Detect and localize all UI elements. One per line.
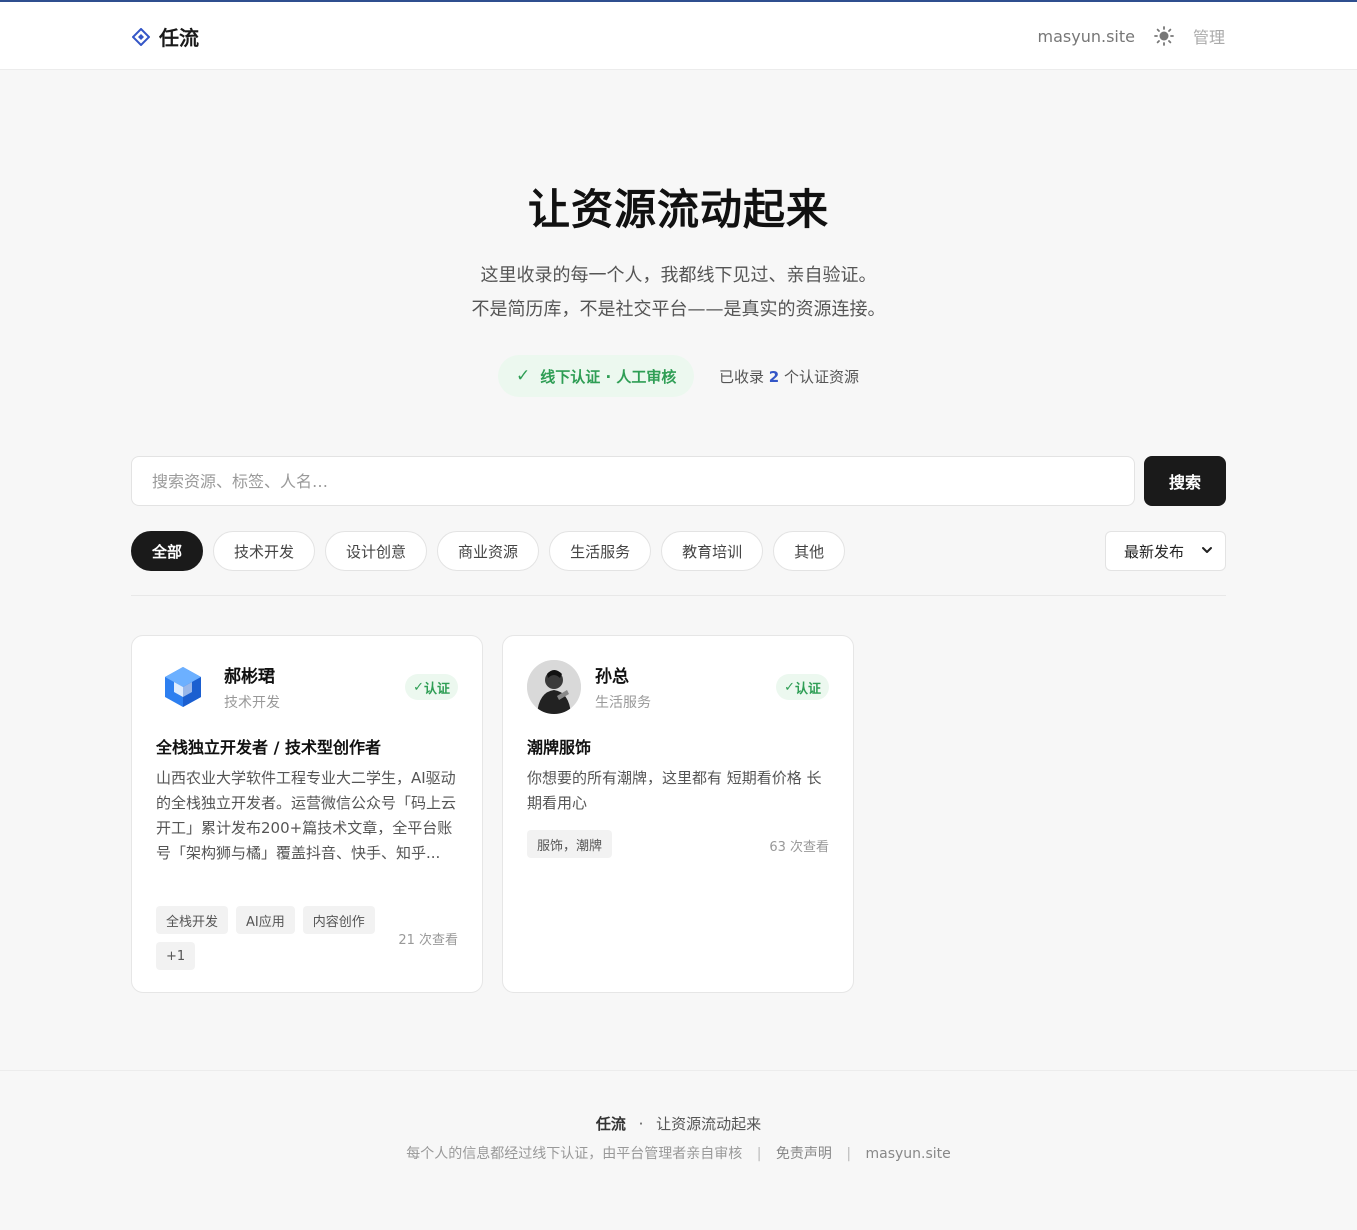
site-header: 任流 masyun.site 管理 bbox=[0, 2, 1357, 70]
disclaimer-link[interactable]: 免责声明 bbox=[776, 1146, 832, 1162]
verified-badge: ✓ 认证 bbox=[776, 674, 829, 700]
site-footer: 任流 · 让资源流动起来 每个人的信息都经过线下认证，由平台管理者亲自审核 | … bbox=[0, 1070, 1357, 1230]
card-title: 全栈独立开发者 / 技术型创作者 bbox=[156, 738, 381, 757]
filter-chip-business[interactable]: 商业资源 bbox=[437, 531, 540, 571]
stat-count: 2 bbox=[768, 368, 780, 386]
card-tags: 全栈开发 AI应用 内容创作 +1 bbox=[156, 906, 386, 970]
verified-badge-text: 认证 bbox=[423, 681, 450, 697]
sun-icon[interactable] bbox=[1153, 25, 1175, 47]
separator: | bbox=[756, 1146, 762, 1162]
card-title: 潮牌服饰 bbox=[527, 738, 592, 757]
hero-subtitle-line2: 不是简历库，不是社交平台——是真实的资源连接。 bbox=[471, 299, 886, 320]
avatar bbox=[156, 660, 210, 714]
card-description: 你想要的所有潮牌，这里都有 短期看价格 长期看用心 bbox=[527, 769, 822, 812]
footer-slogan: 让资源流动起来 bbox=[656, 1115, 762, 1133]
separator: | bbox=[846, 1146, 852, 1162]
view-count: 21 次查看 bbox=[398, 933, 458, 948]
sort-select[interactable]: 最新发布 bbox=[1105, 531, 1226, 571]
card-category: 技术开发 bbox=[224, 695, 280, 711]
search-button[interactable]: 搜索 bbox=[1144, 456, 1226, 506]
tag[interactable]: 内容创作 bbox=[302, 906, 375, 934]
footer-site-link[interactable]: masyun.site bbox=[865, 1146, 950, 1162]
brand-name: 任流 bbox=[159, 26, 199, 50]
verify-badge-text: 线下认证 · 人工审核 bbox=[540, 367, 677, 386]
verified-badge-text: 认证 bbox=[794, 681, 821, 697]
brand-logo[interactable]: 任流 bbox=[131, 22, 199, 51]
view-count: 63 次查看 bbox=[769, 840, 829, 855]
resource-card[interactable]: 郝彬珺 技术开发 ✓ 认证 全栈独立开发者 / 技术型创作者 山西农业大学软件工程… bbox=[131, 635, 483, 993]
tag[interactable]: AI应用 bbox=[236, 906, 295, 934]
checkmark-icon: ✓ bbox=[413, 679, 424, 695]
admin-link[interactable]: 管理 bbox=[1193, 24, 1225, 48]
card-tags: 服饰，潮牌 bbox=[527, 830, 757, 858]
verify-badge: ✓ 线下认证 · 人工审核 bbox=[498, 355, 695, 397]
checkmark-icon: ✓ bbox=[784, 679, 795, 695]
sort-label: 最新发布 bbox=[1124, 542, 1185, 561]
stat-prefix: 已收录 bbox=[719, 368, 765, 386]
footer-brand: 任流 bbox=[595, 1115, 626, 1133]
resource-card[interactable]: 孙总 生活服务 ✓ 认证 潮牌服饰 你想要的所有潮牌，这里都有 短期看价格 长期看… bbox=[502, 635, 854, 993]
footer-links: 每个人的信息都经过线下认证，由平台管理者亲自审核 | 免责声明 | masyun… bbox=[0, 1143, 1357, 1163]
site-link[interactable]: masyun.site bbox=[1038, 27, 1135, 46]
divider bbox=[131, 595, 1226, 596]
filter-chip-education[interactable]: 教育培训 bbox=[661, 531, 764, 571]
filter-chip-other[interactable]: 其他 bbox=[773, 531, 846, 571]
footer-note: 每个人的信息都经过线下认证，由平台管理者亲自审核 bbox=[406, 1146, 743, 1162]
diamond-logo-icon bbox=[131, 27, 151, 47]
footer-tagline: 任流 · 让资源流动起来 bbox=[0, 1113, 1357, 1134]
tag[interactable]: 服饰，潮牌 bbox=[527, 830, 613, 858]
card-description: 山西农业大学软件工程专业大二学生，AI驱动的全栈独立开发者。运营微信公众号「码上… bbox=[156, 769, 457, 862]
chevron-down-icon bbox=[1201, 542, 1213, 560]
card-name: 孙总 bbox=[595, 667, 629, 687]
category-filters: 全部 技术开发 设计创意 商业资源 生活服务 教育培训 其他 bbox=[131, 531, 846, 571]
tag[interactable]: 全栈开发 bbox=[156, 906, 229, 934]
filter-chip-life[interactable]: 生活服务 bbox=[549, 531, 652, 571]
stat-suffix: 个认证资源 bbox=[784, 368, 860, 386]
verified-badge: ✓ 认证 bbox=[405, 674, 458, 700]
hero-subtitle-line1: 这里收录的每一个人，我都线下见过、亲自验证。 bbox=[480, 265, 877, 286]
filter-chip-all[interactable]: 全部 bbox=[131, 531, 204, 571]
hero-title: 让资源流动起来 bbox=[527, 185, 829, 234]
card-name: 郝彬珺 bbox=[224, 667, 275, 687]
filter-chip-design[interactable]: 设计创意 bbox=[325, 531, 428, 571]
checkmark-icon: ✓ bbox=[516, 366, 531, 386]
search-input[interactable] bbox=[131, 456, 1135, 506]
more-tags[interactable]: +1 bbox=[156, 942, 196, 970]
avatar bbox=[527, 660, 581, 714]
filter-chip-tech[interactable]: 技术开发 bbox=[213, 531, 316, 571]
card-category: 生活服务 bbox=[595, 695, 651, 711]
header-nav: masyun.site 管理 bbox=[1038, 24, 1225, 48]
footer-dot: · bbox=[638, 1115, 644, 1133]
resource-count: 已收录 2 个认证资源 bbox=[719, 366, 859, 387]
